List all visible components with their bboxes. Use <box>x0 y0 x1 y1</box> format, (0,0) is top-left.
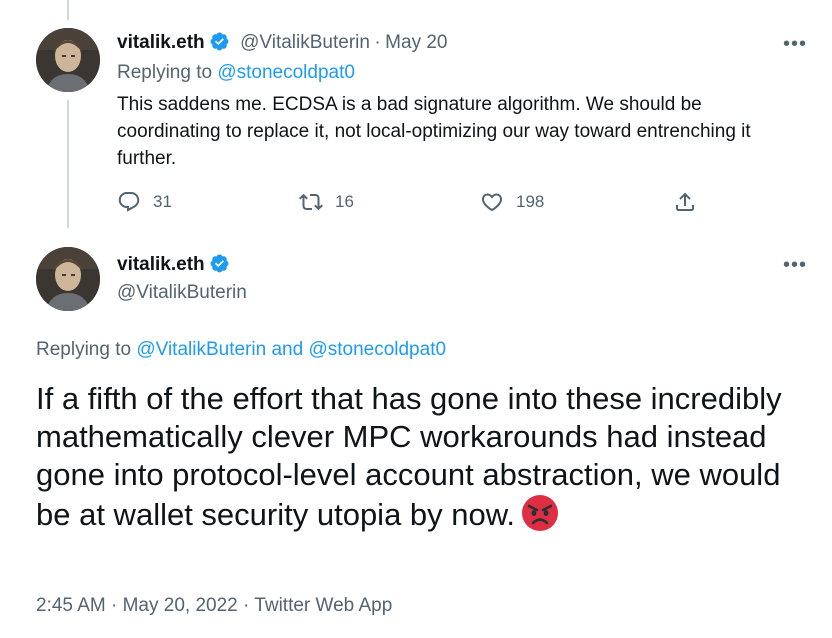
tweet-meta: 2:45 AM · May 20, 2022 · Twitter Web App <box>36 595 392 617</box>
verified-badge-icon <box>209 31 230 52</box>
heart-icon <box>481 193 503 212</box>
tweet-source: Twitter Web App <box>254 595 393 616</box>
verified-badge-icon <box>209 253 230 274</box>
replying-to-label: Replying to <box>36 339 137 360</box>
tweet-date[interactable]: May 20 <box>385 32 447 53</box>
thread-line <box>67 100 69 228</box>
angry-face-icon <box>521 494 559 532</box>
reply-count: 31 <box>153 192 172 211</box>
retweet-button[interactable]: 16 <box>299 190 354 214</box>
like-button[interactable]: 198 <box>480 190 544 214</box>
mention-link[interactable]: @VitalikButerin <box>136 339 266 360</box>
share-icon <box>676 192 694 211</box>
avatar[interactable] <box>36 247 100 311</box>
handle[interactable]: @VitalikButerin <box>117 282 247 304</box>
tweet2-header: vitalik.eth <box>117 253 230 276</box>
replying-and: and <box>266 339 309 360</box>
mention-link[interactable]: @stonecoldpat0 <box>217 62 355 83</box>
reply-button[interactable]: 31 <box>117 190 172 214</box>
display-name[interactable]: vitalik.eth <box>117 254 205 275</box>
replying-to: Replying to @VitalikButerin and @stoneco… <box>36 339 446 361</box>
tweet-text: If a fifth of the effort that has gone i… <box>36 381 782 532</box>
separator: · <box>374 32 381 53</box>
avatar[interactable] <box>36 28 100 92</box>
mention-link[interactable]: @stonecoldpat0 <box>308 339 446 360</box>
tweet-text-container: If a fifth of the effort that has gone i… <box>36 380 796 534</box>
reply-icon <box>118 192 140 212</box>
meta-separator: · <box>105 595 123 616</box>
replying-to: Replying to @stonecoldpat0 <box>117 62 355 84</box>
tweet-time[interactable]: 2:45 AM <box>36 595 106 616</box>
meta-separator: · <box>237 595 255 616</box>
more-options-icon[interactable]: ••• <box>782 34 808 58</box>
more-options-icon[interactable]: ••• <box>782 255 808 279</box>
tweet1-header: vitalik.eth @VitalikButerin · May 20 <box>117 31 447 54</box>
retweet-count: 16 <box>335 192 354 211</box>
display-name[interactable]: vitalik.eth <box>117 32 205 53</box>
tweet-date[interactable]: May 20, 2022 <box>123 595 238 616</box>
handle[interactable]: @VitalikButerin <box>240 32 370 53</box>
like-count: 198 <box>516 192 545 211</box>
thread-line-top <box>67 0 69 20</box>
retweet-icon <box>299 193 323 211</box>
replying-to-label: Replying to <box>117 62 218 83</box>
tweet-text: This saddens me. ECDSA is a bad signatur… <box>117 94 751 169</box>
share-button[interactable] <box>673 190 697 214</box>
